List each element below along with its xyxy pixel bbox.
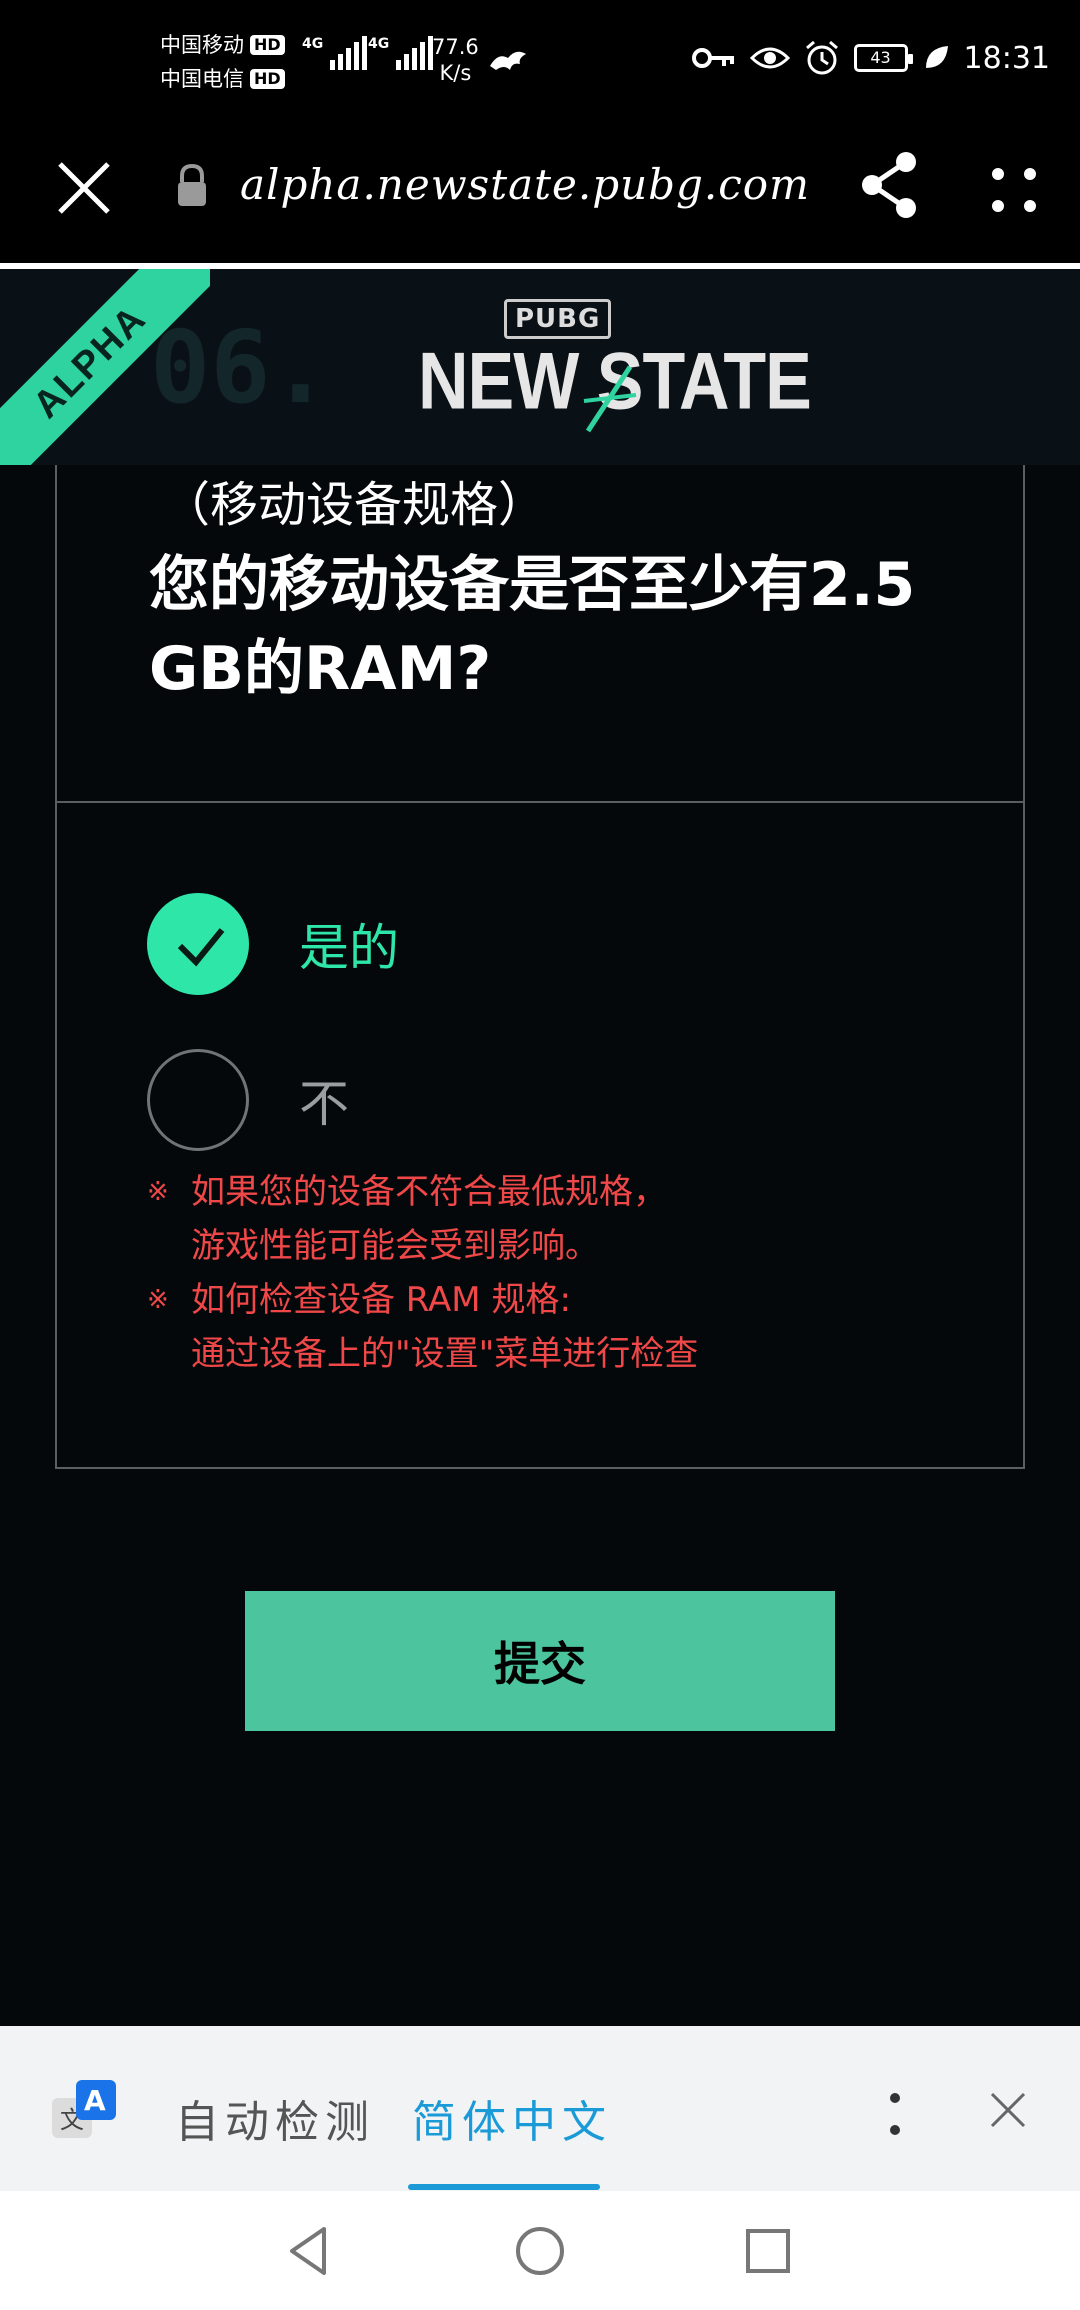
signal-icon: 4G — [368, 36, 434, 70]
url-text[interactable]: alpha.newstate.pubg.com — [240, 160, 810, 209]
status-icons: 43 18:31 — [691, 40, 1050, 76]
target-language-tab[interactable]: 简体中文 — [412, 2086, 612, 2150]
note-line: 如何检查设备 RAM 规格: — [191, 1280, 571, 1320]
note-item: ※ 如何检查设备 RAM 规格: 通过设备上的"设置"菜单进行检查 — [147, 1273, 698, 1381]
dragon-icon — [490, 51, 526, 70]
card-divider — [57, 801, 1023, 803]
option-no-label: 不 — [299, 1075, 349, 1133]
option-yes-label: 是的 — [299, 919, 399, 977]
share-icon[interactable] — [858, 150, 922, 220]
svg-text:A: A — [84, 2084, 106, 2117]
home-icon[interactable] — [510, 2221, 570, 2281]
logo-slash-icon — [583, 365, 637, 433]
question-text: 您的移动设备是否至少有2.5 GB的RAM? — [149, 550, 916, 704]
status-bar: 中国移动 HD 中国电信 HD 4G 4G 77.6 K/s 43 18:31 — [0, 0, 1080, 120]
lock-icon — [178, 163, 206, 206]
active-tab-indicator — [408, 2184, 600, 2190]
option-yes[interactable]: 是的 — [147, 893, 399, 995]
source-language-tab[interactable]: 自动检测 — [175, 2086, 375, 2150]
hd-badge: HD — [250, 35, 285, 55]
carrier-info: 中国移动 HD 中国电信 HD — [160, 28, 285, 96]
eye-icon — [749, 47, 790, 69]
browser-toolbar: alpha.newstate.pubg.com — [0, 120, 1080, 265]
carrier-1: 中国移动 — [160, 33, 244, 57]
leaf-icon — [925, 46, 948, 68]
signal-icon: 4G — [302, 36, 368, 70]
note-mark: ※ — [147, 1285, 169, 1315]
alarm-icon — [805, 40, 838, 75]
check-icon — [177, 928, 225, 967]
back-icon[interactable] — [278, 2221, 338, 2281]
notes: ※ 如果您的设备不符合最低规格， 游戏性能可能会受到影响。 ※ 如何检查设备 R… — [147, 1165, 698, 1381]
radio-no[interactable] — [147, 1049, 249, 1151]
note-line: 通过设备上的"设置"菜单进行检查 — [191, 1334, 699, 1374]
more-icon[interactable] — [984, 160, 1044, 220]
note-line: 如果您的设备不符合最低规格， — [191, 1172, 667, 1212]
recents-icon[interactable] — [738, 2221, 798, 2281]
carrier-2: 中国电信 — [160, 67, 244, 91]
note-line: 游戏性能可能会受到影响。 — [191, 1226, 599, 1266]
note-item: ※ 如果您的设备不符合最低规格， 游戏性能可能会受到影响。 — [147, 1165, 698, 1273]
translate-icon[interactable]: 文 A — [50, 2078, 120, 2148]
clock: 18:31 — [963, 40, 1050, 76]
radio-yes[interactable] — [147, 893, 249, 995]
system-nav-bar — [0, 2191, 1080, 2310]
hd-badge: HD — [250, 69, 285, 89]
translate-bar: 文 A 自动检测 简体中文 — [0, 2026, 1080, 2191]
alpha-ribbon: ALPHA — [0, 269, 210, 465]
submit-button[interactable]: 提交 — [245, 1591, 835, 1731]
pubg-logo: PUBG — [504, 299, 612, 339]
question-subtitle: （移动设备规格） — [162, 477, 547, 533]
battery-icon: 43 — [853, 44, 913, 72]
question-card: （移动设备规格） 您的移动设备是否至少有2.5 GB的RAM? 是的 不 ※ 如… — [55, 465, 1025, 1469]
close-icon[interactable] — [52, 156, 116, 220]
key-icon — [691, 48, 734, 68]
close-icon[interactable] — [986, 2088, 1030, 2132]
network-speed: 77.6 K/s — [432, 35, 479, 85]
option-no[interactable]: 不 — [147, 1049, 349, 1151]
more-vertical-icon[interactable] — [880, 2084, 910, 2144]
note-mark: ※ — [147, 1177, 169, 1207]
alpha-ribbon-wrap: ALPHA — [0, 269, 210, 465]
